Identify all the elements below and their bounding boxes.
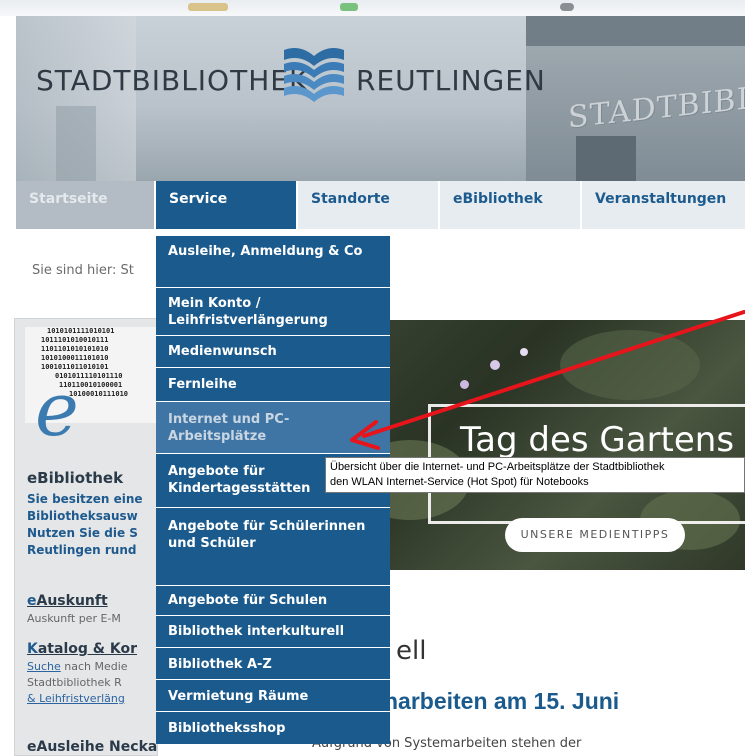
menu-item-schueler[interactable]: Angebote für Schülerinnen und Schüler [156, 508, 390, 586]
katalog-link-cap: K [27, 641, 38, 657]
menu-item-vermietung[interactable]: Vermietung Räume [156, 680, 390, 712]
tooltip: Übersicht über die Internet- und PC-Arbe… [325, 457, 745, 493]
menu-item-medienwunsch[interactable]: Medienwunsch [156, 336, 390, 368]
site-logo-text-right[interactable]: REUTLINGEN [356, 64, 546, 97]
main-section-title: ell [396, 636, 427, 666]
building-photo-detail [56, 106, 96, 181]
katalog-line1-rest: nach Medie [60, 660, 128, 673]
flower-dot [520, 348, 528, 356]
eauskunft-link-cap: e [27, 593, 37, 609]
nav-item-startseite[interactable]: Startseite [16, 181, 156, 229]
eauskunft-link-rest: Auskunft [36, 593, 108, 609]
medientipps-button[interactable]: UNSERE MEDIENTIPPS [505, 518, 685, 552]
leihfristverlaengerung-link[interactable]: & Leihfristverläng [27, 691, 125, 707]
menu-item-a-z[interactable]: Bibliothek A-Z [156, 648, 390, 680]
suche-link[interactable]: Suche [27, 660, 61, 673]
building-photo-roof [526, 16, 745, 46]
browser-toolbar-fragment [0, 0, 745, 16]
ebibliothek-e-logo-icon: e [35, 367, 79, 453]
menu-item-interkulturell[interactable]: Bibliothek interkulturell [156, 616, 390, 648]
flower-dot [460, 380, 469, 389]
nav-item-standorte[interactable]: Standorte [298, 181, 440, 229]
katalog-link-rest: atalog & Kor [37, 641, 137, 657]
menu-item-ausleihe[interactable]: Ausleihe, Anmeldung & Co [156, 236, 390, 288]
ebibliothek-description[interactable]: Sie besitzen eine Bibliotheksausw Nutzen… [27, 491, 157, 559]
breadcrumb: Sie sind hier: St [32, 263, 134, 278]
katalog-link[interactable]: Katalog & Kor [27, 641, 137, 657]
toolbar-icon-fragment [188, 3, 228, 11]
site-header-banner: STADTBIBLIOTHEK REUTLINGEN STADTBIBLIOTH [16, 16, 745, 181]
eauskunft-description: Auskunft per E-M [27, 612, 121, 625]
menu-item-internet-pc[interactable]: Internet und PC-Arbeitsplätze [156, 402, 390, 454]
menu-item-fernleihe[interactable]: Fernleihe [156, 368, 390, 402]
menu-item-schulen[interactable]: Angebote für Schulen [156, 586, 390, 616]
menu-item-mein-konto[interactable]: Mein Konto / Leihfristverlängerung [156, 288, 390, 336]
tooltip-line-2: den WLAN Internet-Service (Hot Spot) für… [330, 476, 589, 488]
eausleihe-title[interactable]: eAusleihe Neckar-Alb [27, 739, 157, 755]
toolbar-icon-fragment [340, 3, 358, 11]
building-photo-door [576, 136, 636, 181]
nav-item-service[interactable]: Service [156, 181, 298, 229]
eauskunft-link[interactable]: eAuskunft [27, 593, 108, 609]
main-navigation: Startseite Service Standorte eBibliothek… [16, 181, 745, 229]
katalog-description-line2: Stadtbibliothek R [27, 676, 122, 689]
book-logo-icon[interactable] [282, 42, 346, 102]
nav-item-veranstaltungen[interactable]: Veranstaltungen [582, 181, 745, 229]
katalog-description-line1: Suche nach Medie [27, 659, 128, 675]
ebibliothek-title[interactable]: eBibliothek [27, 469, 123, 487]
flower-dot [490, 360, 500, 370]
ebibliothek-sidebar: 1010101111010101 1011101010010111 110110… [14, 318, 158, 756]
plant-photo-shape [560, 330, 700, 400]
site-logo-text-left[interactable]: STADTBIBLIOTHEK [36, 64, 308, 97]
nav-item-ebibliothek[interactable]: eBibliothek [440, 181, 582, 229]
leihfrist-link-text: & Leihfristverläng [27, 692, 125, 705]
tooltip-line-1: Übersicht über die Internet- und PC-Arbe… [330, 461, 665, 473]
news-headline-link[interactable]: narbeiten am 15. Juni [384, 688, 619, 715]
toolbar-icon-fragment [560, 3, 574, 11]
menu-item-bibliotheksshop[interactable]: Bibliotheksshop [156, 712, 390, 744]
promo-title: Tag des Gartens [460, 420, 735, 460]
